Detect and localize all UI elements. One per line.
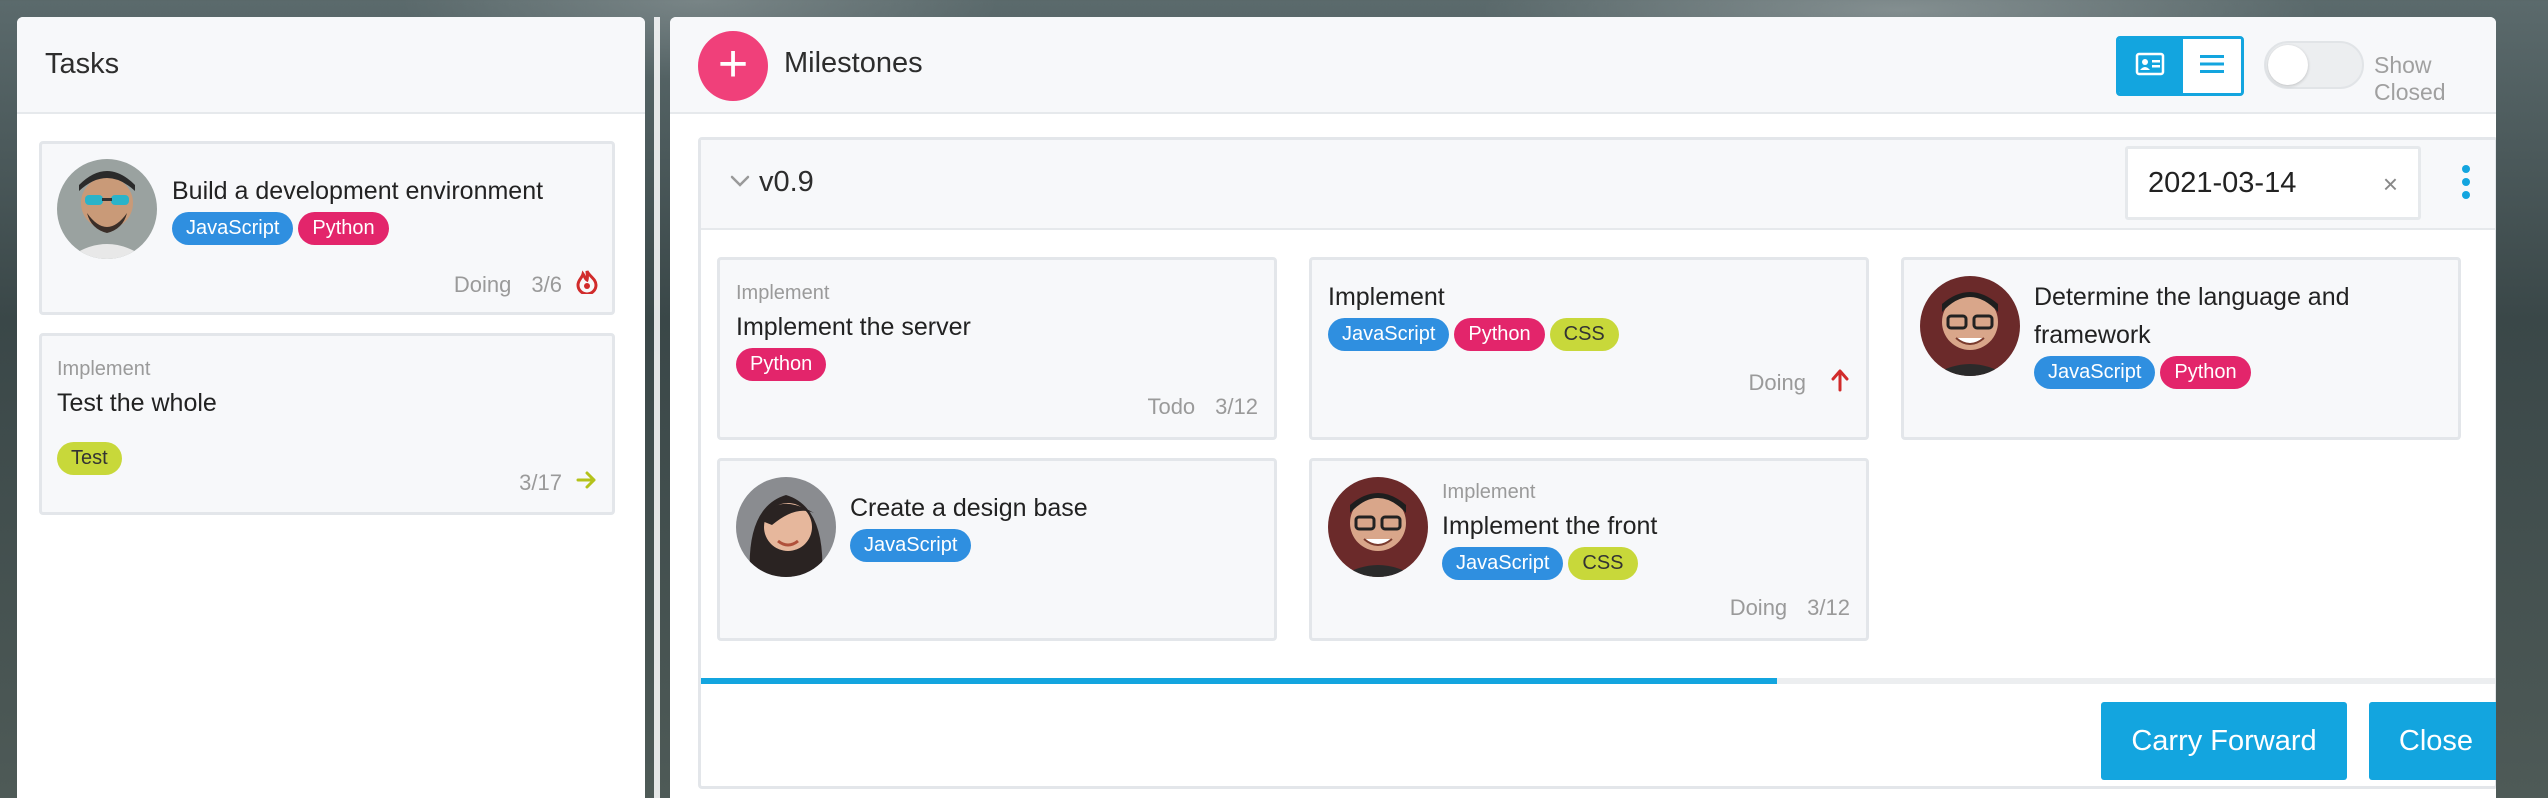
tag-css: CSS (1568, 547, 1638, 580)
tag-list: JavaScript (850, 529, 972, 562)
due-date-field[interactable]: 2021-03-14 × (2125, 146, 2421, 220)
tag-list: Python (736, 348, 827, 381)
tag-javascript: JavaScript (850, 529, 972, 562)
status-label: Doing (1729, 595, 1788, 620)
arrow-right-icon (576, 470, 598, 496)
task-kicker: Implement (57, 358, 151, 380)
milestones-panel: + Milestones Show Closed v0.9 2021-03-14… (670, 17, 2496, 798)
milestone-group: v0.9 2021-03-14 × Implement Implement th… (698, 137, 2496, 789)
milestone-card[interactable]: Determine the language and framework Jav… (1901, 257, 2461, 440)
panel-divider[interactable] (654, 17, 660, 798)
milestone-group-footer: Carry Forward Close (701, 684, 2496, 792)
list-view-button[interactable] (2180, 39, 2241, 93)
tag-python: Python (1454, 318, 1545, 351)
show-closed-toggle[interactable] (2264, 41, 2364, 89)
task-card[interactable]: Build a development environment JavaScri… (39, 141, 615, 315)
milestone-version: v0.9 (759, 166, 814, 198)
tag-list: JavaScript Python CSS (1328, 318, 1619, 351)
milestone-card[interactable]: Implement Implement the server Python To… (717, 257, 1277, 440)
tag-python: Python (736, 348, 827, 381)
chevron-down-icon[interactable] (729, 173, 751, 194)
status-label: Doing (1748, 370, 1806, 395)
tasks-panel: Tasks Build a development environment Ja… (17, 17, 645, 798)
tag-list: JavaScript CSS (1442, 547, 1638, 580)
avatar (1920, 276, 2020, 376)
card-title: Implement the front (1442, 512, 1658, 540)
card-view-button[interactable] (2119, 39, 2180, 93)
card-title: Determine the language and framework (2034, 283, 2350, 349)
task-footer: 3/17 (519, 470, 598, 496)
task-footer: Doing 3/6 (454, 270, 598, 300)
milestones-title: Milestones (784, 47, 923, 79)
card-footer: Todo 3/12 (1147, 394, 1258, 420)
due-date-value: 2021-03-14 (2148, 167, 2297, 199)
tag-javascript: JavaScript (172, 212, 294, 245)
list-icon (2199, 53, 2225, 80)
card-kicker: Implement (1442, 481, 1536, 503)
show-closed-label: Show Closed (2374, 52, 2446, 105)
add-milestone-button[interactable]: + (698, 31, 768, 101)
card-title: Implement the server (736, 313, 971, 341)
tag-test: Test (57, 442, 122, 475)
milestone-group-header: v0.9 2021-03-14 × (701, 140, 2495, 230)
avatar (1328, 477, 1428, 577)
progress-count: 3/12 (1807, 595, 1850, 620)
card-footer: Doing (1749, 368, 1850, 398)
arrow-up-icon (1830, 368, 1850, 398)
card-title: Create a design base (850, 494, 1088, 522)
milestones-header: + Milestones Show Closed (670, 17, 2496, 114)
more-options-icon[interactable] (2461, 164, 2471, 205)
tasks-header: Tasks (17, 17, 645, 114)
card-kicker: Implement (736, 282, 830, 304)
task-title: Build a development environment (172, 177, 544, 205)
view-toggle (2116, 36, 2244, 96)
task-title: Test the whole (57, 389, 217, 417)
milestone-card[interactable]: Implement Implement the front JavaScript… (1309, 458, 1869, 641)
tag-javascript: JavaScript (1442, 547, 1564, 580)
toggle-knob (2268, 45, 2308, 85)
tag-javascript: JavaScript (1328, 318, 1450, 351)
id-card-icon (2135, 52, 2165, 81)
status-label: Doing (453, 272, 512, 297)
tag-list: Test (57, 442, 122, 475)
tag-python: Python (2160, 356, 2251, 389)
tag-list: JavaScript Python (2034, 356, 2251, 389)
carry-forward-button[interactable]: Carry Forward (2101, 702, 2347, 780)
fire-icon (576, 270, 598, 300)
tag-python: Python (298, 212, 389, 245)
progress-count: 3/17 (519, 470, 562, 495)
card-footer: Doing 3/12 (1730, 595, 1850, 621)
tag-list: JavaScript Python (172, 212, 389, 245)
card-title: Implement (1328, 283, 1445, 311)
avatar (57, 159, 157, 259)
progress-count: 3/12 (1215, 394, 1258, 419)
tag-css: CSS (1549, 318, 1619, 351)
milestone-card[interactable]: Create a design base JavaScript (717, 458, 1277, 641)
tag-javascript: JavaScript (2034, 356, 2156, 389)
progress-count: 3/6 (531, 272, 562, 297)
milestone-card[interactable]: Implement JavaScript Python CSS Doing (1309, 257, 1869, 440)
close-button[interactable]: Close (2369, 702, 2496, 780)
task-card[interactable]: Implement Test the whole Test 3/17 (39, 333, 615, 515)
avatar (736, 477, 836, 577)
status-label: Todo (1147, 394, 1196, 419)
tasks-title: Tasks (45, 48, 120, 80)
clear-date-icon[interactable]: × (2383, 169, 2398, 200)
